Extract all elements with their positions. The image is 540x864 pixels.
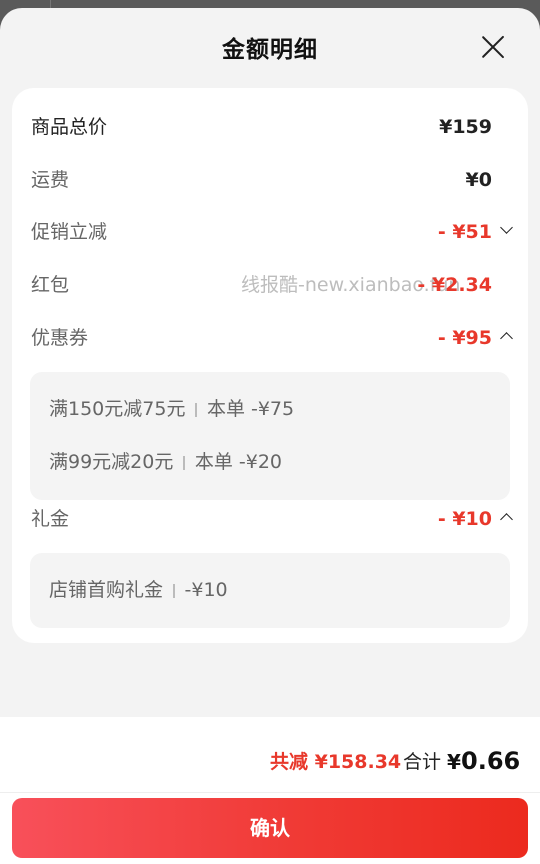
sheet-title: 金额明细: [222, 37, 318, 63]
row-goods-total: 商品总价 ¥159: [31, 112, 512, 142]
row-coupon[interactable]: 优惠券 - ¥95: [31, 323, 513, 353]
row-shipping: 运费 ¥0: [31, 165, 512, 195]
total-reduce: 共减 ¥158.34: [270, 751, 402, 773]
red-packet-value: - ¥2.34: [417, 274, 492, 296]
separator: [183, 455, 185, 470]
separator: [173, 583, 175, 598]
goods-total-label: 商品总价: [31, 116, 108, 138]
total-amount: 0.66: [461, 747, 521, 775]
footer-bar: 共减 ¥158.34 合计 ¥ 0.66 确认: [0, 717, 540, 864]
coupon-detail: 本单 -¥20: [194, 451, 283, 473]
coupon-item: 满150元减75元 本单 -¥75: [49, 394, 294, 424]
shipping-value: ¥0: [465, 169, 492, 191]
gift-rule: 店铺首购礼金: [49, 579, 164, 601]
chevron-down-icon[interactable]: [500, 221, 513, 234]
close-icon[interactable]: [480, 34, 506, 60]
goods-total-value: ¥159: [439, 116, 492, 138]
chevron-up-icon[interactable]: [500, 513, 513, 526]
promo-label: 促销立减: [31, 221, 108, 243]
coupon-rule: 满150元减75元: [49, 398, 186, 420]
shipping-label: 运费: [31, 169, 70, 191]
separator: [195, 402, 197, 417]
coupon-label: 优惠券: [31, 327, 89, 349]
gift-detail: -¥10: [184, 579, 228, 601]
gift-money-value: - ¥10: [437, 508, 492, 530]
coupon-item: 满99元减20元 本单 -¥20: [49, 447, 282, 477]
gift-detail-box: 店铺首购礼金 -¥10: [30, 553, 510, 628]
coupon-detail-box: 满150元减75元 本单 -¥75 满99元减20元 本单 -¥20: [30, 372, 510, 500]
promo-value: - ¥51: [437, 221, 492, 243]
red-packet-label: 红包: [31, 274, 70, 296]
total-currency: ¥: [447, 750, 461, 774]
divider: [0, 792, 540, 793]
row-promo[interactable]: 促销立减 - ¥51: [31, 217, 513, 247]
confirm-button[interactable]: 确认: [12, 798, 528, 858]
coupon-detail: 本单 -¥75: [206, 398, 295, 420]
total-label: 合计: [403, 751, 442, 773]
amount-detail-card: 商品总价 ¥159 运费 ¥0 促销立减 - ¥51 红包 线报酷-new.xi…: [12, 88, 528, 643]
coupon-value: - ¥95: [437, 327, 492, 349]
row-red-packet: 红包 线报酷-new.xianbao.fun - ¥2.34: [31, 270, 512, 300]
gift-item: 店铺首购礼金 -¥10: [49, 575, 228, 605]
gift-money-label: 礼金: [31, 508, 70, 530]
coupon-rule: 满99元减20元: [49, 451, 174, 473]
row-gift-money[interactable]: 礼金 - ¥10: [31, 504, 513, 534]
chevron-up-icon[interactable]: [500, 332, 513, 345]
sheet-header: 金额明细: [0, 8, 540, 88]
